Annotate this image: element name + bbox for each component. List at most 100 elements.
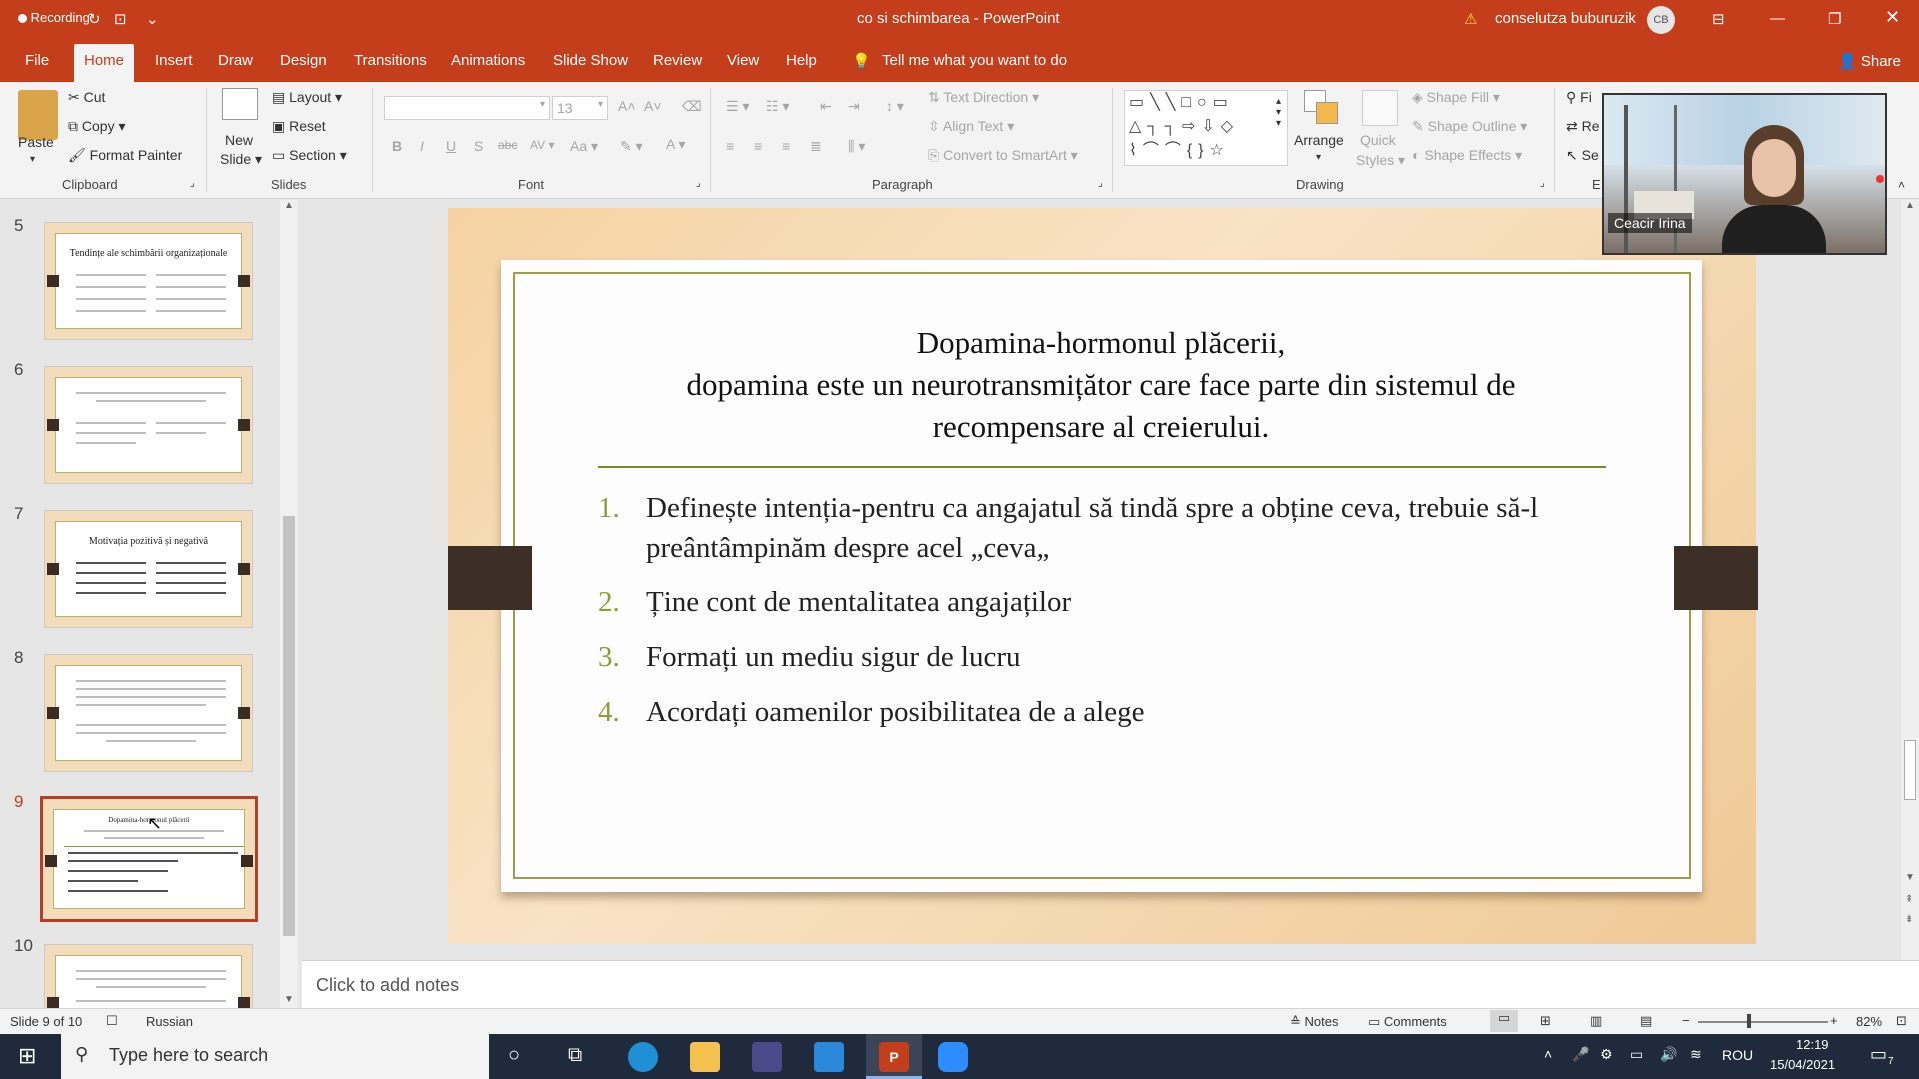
slide-sorter-icon[interactable]: ⊞	[1540, 1013, 1551, 1029]
tab-file[interactable]: File	[25, 52, 49, 69]
slide-thumbnail-7[interactable]: Motivația pozitivă și negativă	[44, 510, 253, 628]
scroll-up-icon[interactable]: ▲	[1905, 200, 1915, 211]
layout-button[interactable]: ▤ Layout ▾	[272, 89, 342, 106]
store-icon[interactable]	[752, 1042, 782, 1072]
decrease-font-icon[interactable]: A˅	[644, 98, 662, 114]
quick-styles-label[interactable]: Quick	[1360, 132, 1396, 148]
increase-font-icon[interactable]: A˄	[618, 98, 636, 114]
paste-icon[interactable]	[18, 90, 58, 140]
slide-title[interactable]: Dopamina-hormonul plăcerii, dopamina est…	[560, 322, 1642, 448]
network-status-icon[interactable]: ⚙	[1600, 1046, 1613, 1063]
tab-animations[interactable]: Animations	[451, 52, 525, 69]
change-case-icon[interactable]: Aa ▾	[570, 138, 598, 155]
zoom-out-icon[interactable]: −	[1682, 1013, 1690, 1028]
tab-draw[interactable]: Draw	[218, 52, 253, 69]
arrange-button[interactable]: Arrange	[1294, 132, 1344, 148]
align-right-icon[interactable]: ≡	[782, 138, 790, 154]
slide-thumbnail-10[interactable]	[44, 944, 253, 1009]
avatar[interactable]: CB	[1647, 6, 1675, 34]
edge-icon[interactable]	[628, 1042, 658, 1072]
thumbnails-scrollbar[interactable]: ▲ ▼	[280, 200, 298, 1008]
reading-view-icon[interactable]: ▥	[1590, 1013, 1602, 1029]
section-button[interactable]: ▭ Section ▾	[272, 147, 347, 164]
highlight-icon[interactable]: ✎ ▾	[620, 138, 643, 155]
align-center-icon[interactable]: ≡	[754, 138, 762, 154]
shape-effects-button[interactable]: ◐ Shape Effects ▾	[1412, 147, 1522, 164]
volume-icon[interactable]: 🔊	[1660, 1046, 1677, 1063]
dialog-launcher-icon[interactable]: ⌟	[1540, 178, 1545, 189]
shapes-gallery[interactable]: ▭╲╲□○▭ △┐┐⇨⇩◇ ⌇⌒⌒{}☆	[1124, 90, 1288, 166]
language-indicator[interactable]: Russian	[146, 1014, 193, 1029]
tab-design[interactable]: Design	[280, 52, 327, 69]
redo-icon[interactable]: ↻	[88, 10, 101, 28]
bullets-icon[interactable]: ☰ ▾	[726, 98, 749, 115]
copy-button[interactable]: ⧉ Copy ▾	[68, 118, 126, 135]
slide-thumbnail-5[interactable]: Tendințe ale schimbării organizaționale	[44, 222, 253, 340]
underline-icon[interactable]: U	[446, 138, 456, 154]
microphone-icon[interactable]: 🎤	[1572, 1046, 1589, 1063]
paste-button[interactable]: Paste	[18, 134, 54, 150]
slideshow-view-icon[interactable]: ▤	[1640, 1013, 1652, 1029]
collapse-ribbon-icon[interactable]: ˄	[1898, 178, 1905, 192]
char-spacing-icon[interactable]: AV ▾	[530, 138, 554, 152]
notifications-icon[interactable]: ▭	[1870, 1044, 1887, 1065]
slide-scrollbar[interactable]: ▲ ▼ ⇞ ⇟	[1901, 200, 1919, 960]
notes-placeholder[interactable]: Click to add notes	[316, 975, 459, 996]
find-button[interactable]: ⚲ Fi	[1566, 89, 1592, 106]
show-hidden-icons-icon[interactable]: ˄	[1544, 1046, 1552, 1062]
scroll-down-icon[interactable]: ▼	[284, 994, 294, 1005]
presentation-icon[interactable]: ⊡	[114, 10, 127, 28]
reset-button[interactable]: ▣ Reset	[272, 118, 326, 135]
dialog-launcher-icon[interactable]: ⌟	[190, 178, 195, 189]
columns-icon[interactable]: ⫼ ▾	[848, 138, 865, 155]
tab-help[interactable]: Help	[786, 52, 817, 69]
previous-slide-icon[interactable]: ⇞	[1905, 894, 1913, 905]
quick-styles-icon[interactable]	[1362, 90, 1398, 126]
quick-styles-button[interactable]: Styles ▾	[1356, 152, 1405, 169]
new-slide-button[interactable]: Slide ▾	[220, 151, 262, 168]
shadow-icon[interactable]: S	[474, 138, 483, 154]
shape-outline-button[interactable]: ✎ Shape Outline ▾	[1412, 118, 1527, 135]
text-direction-button[interactable]: ⇅ Text Direction ▾	[928, 89, 1039, 106]
font-size-select[interactable]: 13 ▾	[552, 96, 608, 120]
shape-fill-button[interactable]: ◈ Shape Fill ▾	[1412, 89, 1500, 106]
tab-slide-show[interactable]: Slide Show	[553, 52, 628, 69]
zoom-app-icon[interactable]	[938, 1042, 968, 1072]
notes-button[interactable]: ≙ Notes	[1290, 1014, 1338, 1030]
clear-formatting-icon[interactable]: ⌫	[682, 98, 702, 115]
wifi-icon[interactable]: ≋	[1690, 1046, 1702, 1063]
share-button[interactable]: 👤 Share	[1838, 52, 1901, 70]
tab-view[interactable]: View	[727, 52, 759, 69]
decrease-indent-icon[interactable]: ⇤	[820, 98, 832, 115]
font-color-icon[interactable]: A ▾	[666, 136, 685, 153]
italic-icon[interactable]: I	[420, 138, 424, 154]
comments-button[interactable]: ▭ Comments	[1368, 1014, 1447, 1030]
restore-icon[interactable]: ❐	[1828, 10, 1841, 28]
arrange-icon[interactable]	[1304, 90, 1340, 126]
align-text-button[interactable]: ⇳ Align Text ▾	[928, 118, 1014, 135]
slide-thumbnail-9-selected[interactable]: Dopamina-hormonul plăcerii ↖	[40, 796, 258, 922]
cut-button[interactable]: ✂ Cut	[68, 89, 105, 106]
scroll-down-icon[interactable]: ▼	[1905, 872, 1915, 883]
cortana-icon[interactable]: ○	[508, 1044, 520, 1067]
task-view-icon[interactable]: ⧉	[568, 1044, 582, 1067]
numbering-icon[interactable]: ☷ ▾	[766, 98, 789, 115]
bold-icon[interactable]: B	[392, 138, 402, 154]
clock-time[interactable]: 12:19	[1796, 1037, 1829, 1052]
tab-home[interactable]: Home	[74, 44, 135, 82]
zoom-slider-thumb[interactable]	[1747, 1014, 1751, 1028]
windows-start-icon[interactable]: ⊞	[18, 1043, 36, 1069]
notes-pane[interactable]: Click to add notes	[302, 960, 1919, 1008]
slide-thumbnail-6[interactable]	[44, 366, 253, 484]
taskbar-powerpoint-active[interactable]: P	[866, 1034, 922, 1079]
format-painter-button[interactable]: 🖌 Format Painter	[68, 147, 182, 164]
customize-toolbar-icon[interactable]: ⌄	[146, 10, 159, 28]
zoom-slider[interactable]	[1698, 1021, 1828, 1023]
slide-thumbnail-8[interactable]	[44, 654, 253, 772]
scroll-up-icon[interactable]: ▲	[284, 200, 294, 211]
clock-date[interactable]: 15/04/2021	[1770, 1057, 1835, 1072]
convert-smartart-button[interactable]: ⎘ Convert to SmartArt ▾	[928, 147, 1078, 164]
minimize-icon[interactable]: —	[1770, 10, 1785, 27]
replace-button[interactable]: ⇄ Re	[1566, 118, 1600, 135]
next-slide-icon[interactable]: ⇟	[1905, 914, 1913, 925]
